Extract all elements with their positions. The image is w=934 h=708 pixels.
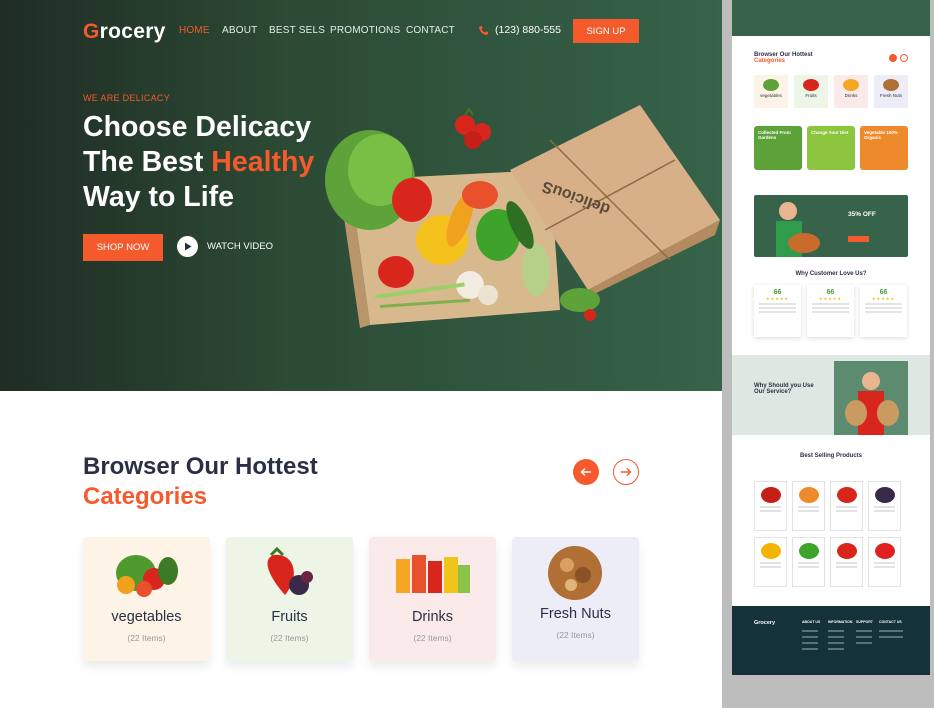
category-name: Fruits — [271, 609, 308, 625]
preview-promo-card: Vegetable 100% Organic — [860, 126, 908, 170]
next-arrow-button[interactable] — [613, 459, 639, 485]
preview-shop-button — [848, 236, 869, 242]
preview-categories-title: Browser Our Hottest Categories — [754, 52, 813, 64]
category-card-drinks[interactable]: Drinks (22 Items) — [369, 537, 496, 661]
preview-review: 66 ★★★★★ — [807, 285, 854, 337]
preview-cat-card: vegetables — [754, 75, 788, 108]
watch-video-label: WATCH VIDEO — [207, 241, 273, 252]
main-page: Grocery HOME ABOUT BEST SELS PROMOTIONS … — [0, 0, 722, 708]
nav-contact[interactable]: CONTACT — [406, 25, 455, 36]
footer-col-title: SUPPORT — [856, 620, 873, 624]
category-count: (22 Items) — [413, 633, 452, 643]
preview-next-arrow — [900, 54, 908, 62]
hero-headline: Choose Delicacy The Best Healthy Way to … — [83, 111, 315, 213]
arrow-right-icon — [621, 468, 632, 476]
signup-button[interactable]: SIGN UP — [573, 19, 639, 43]
footer-col-title: ABOUT US — [802, 620, 821, 624]
preview-product — [830, 537, 863, 587]
hero-eyebrow: WE ARE DELICACY — [83, 93, 171, 103]
preview-product — [754, 481, 787, 531]
preview-why-section: Why Should you Use Our Service? — [732, 355, 930, 435]
preview-review: 66 ★★★★★ — [860, 285, 907, 337]
vegetables-icon — [116, 555, 178, 597]
category-card-vegetables[interactable]: vegetables (22 Items) — [83, 537, 210, 661]
category-name: Drinks — [411, 609, 454, 625]
footer-col-title: CONTACT US — [879, 620, 902, 624]
phone-icon — [479, 25, 489, 35]
nav-best-sels[interactable]: BEST SELS — [269, 25, 325, 36]
category-count: (22 Items) — [127, 633, 166, 643]
watch-video-button[interactable]: WATCH VIDEO — [177, 236, 273, 257]
preview-product — [830, 481, 863, 531]
prev-arrow-button[interactable] — [573, 459, 599, 485]
fruits-icon — [267, 546, 313, 595]
grocery-box-illustration: deliciouS — [325, 105, 720, 328]
preview-product — [754, 537, 787, 587]
preview-why-title: Why Should you Use Our Service? — [754, 383, 814, 395]
category-name: vegetables — [111, 609, 182, 625]
preview-product — [792, 537, 825, 587]
footer-col-title: INFORMATION — [828, 620, 853, 624]
category-count: (22 Items) — [556, 630, 595, 640]
category-name: Fresh Nuts — [540, 606, 611, 622]
preview-discount-banner: 35% OFF — [754, 195, 908, 257]
hero-section: Grocery HOME ABOUT BEST SELS PROMOTIONS … — [0, 0, 722, 391]
preview-promo-card: Change Your Diet — [807, 126, 855, 170]
preview-product — [868, 481, 901, 531]
nuts-icon — [548, 546, 602, 600]
preview-prev-arrow — [889, 54, 897, 62]
preview-footer-logo: Grocery — [754, 620, 776, 626]
drinks-icon — [396, 555, 470, 593]
preview-footer: Grocery ABOUT US INFORMATION SUPPORT CON… — [732, 606, 930, 675]
preview-product — [792, 481, 825, 531]
phone-number: (123) 880-555 — [495, 24, 561, 36]
arrow-left-icon — [580, 468, 591, 476]
categories-title: Browser Our Hottest Categories — [83, 453, 318, 510]
nav-promotions[interactable]: PROMOTIONS — [330, 25, 400, 36]
shopper-illustration — [776, 202, 820, 257]
shop-now-button[interactable]: SHOP NOW — [83, 234, 163, 261]
logo[interactable]: Grocery — [83, 20, 166, 44]
preview-cat-card: Fruits — [794, 75, 828, 108]
category-card-fresh-nuts[interactable]: Fresh Nuts (22 Items) — [512, 537, 639, 661]
delivery-person-photo — [834, 361, 908, 435]
page-preview: Browser Our Hottest Categories vegetables… — [732, 0, 930, 675]
preview-cat-card: Fresh Nuts — [874, 75, 908, 108]
preview-discount: 35% OFF — [848, 211, 876, 218]
category-card-fruits[interactable]: Fruits (22 Items) — [226, 537, 353, 661]
preview-cat-card: Drinks — [834, 75, 868, 108]
nav-home[interactable]: HOME — [179, 25, 210, 36]
category-count: (22 Items) — [270, 633, 309, 643]
preview-love-title: Why Customer Love Us? — [795, 271, 867, 277]
preview-review: 66 ★★★★★ — [754, 285, 801, 337]
preview-hero — [732, 0, 930, 36]
nav-about[interactable]: ABOUT — [222, 25, 257, 36]
preview-promo-card: Collected From Gardens — [754, 126, 802, 170]
phone-contact[interactable]: (123) 880-555 — [478, 24, 561, 36]
play-icon — [177, 236, 198, 257]
preview-product — [868, 537, 901, 587]
preview-best-title: Best Selling Products — [799, 453, 862, 459]
